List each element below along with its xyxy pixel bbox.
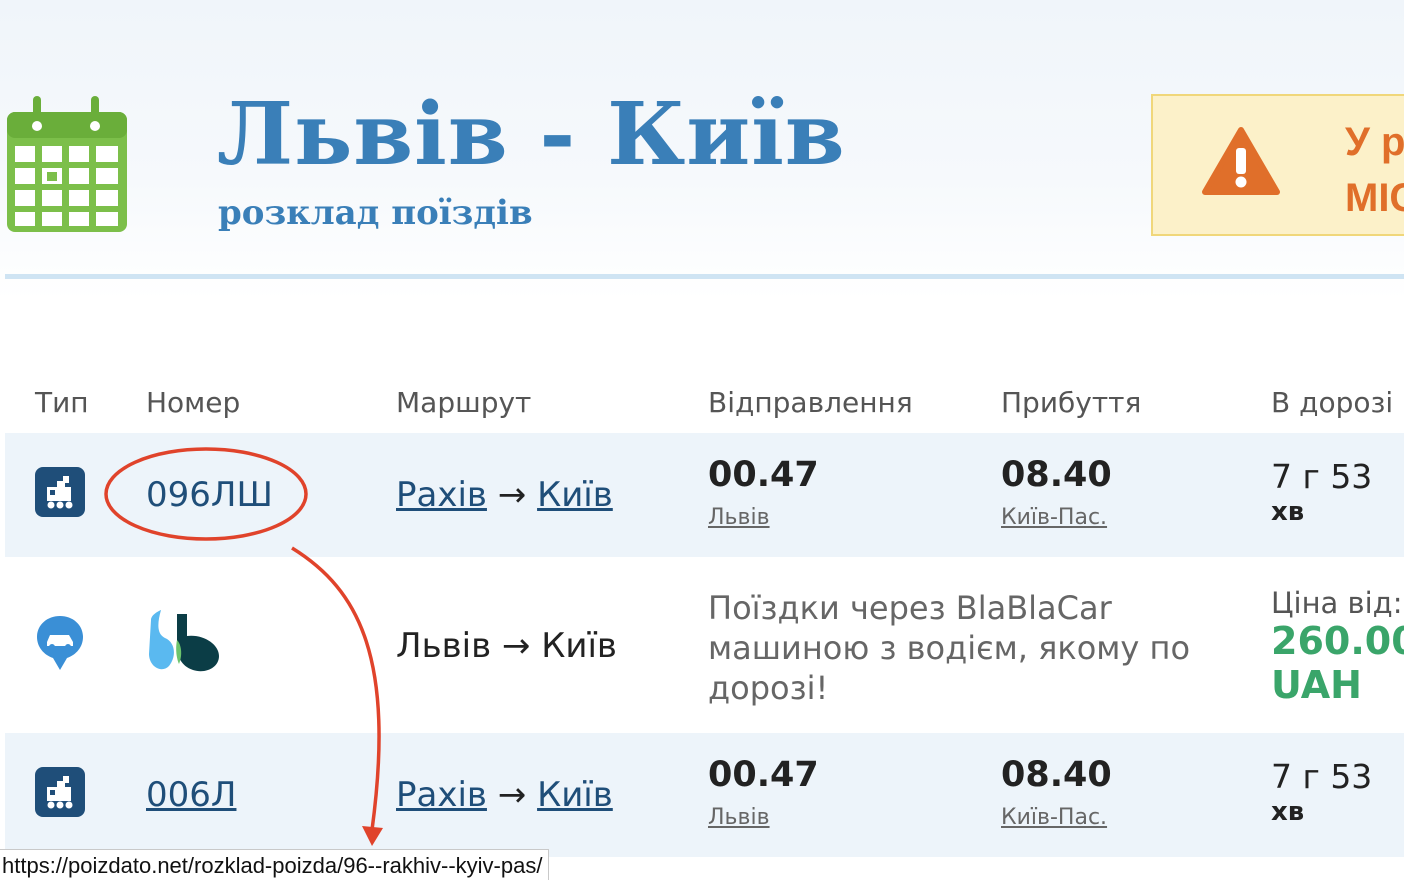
table-row[interactable]: Львів → Київ Поїздки через BlaBlaCar маш… <box>5 558 1404 732</box>
rideshare-chat-icon <box>37 616 83 670</box>
route-to-link[interactable]: Київ <box>537 475 613 515</box>
calendar-icon <box>7 96 127 232</box>
route-link[interactable]: Рахів → Київ <box>396 775 613 815</box>
train-number-link[interactable]: 096ЛШ <box>146 475 273 515</box>
route-from-link[interactable]: Рахів <box>396 775 487 815</box>
column-header-route: Маршрут <box>396 386 532 419</box>
price-value: 260.00 <box>1271 619 1404 663</box>
train-icon <box>35 467 85 517</box>
column-header-number: Номер <box>146 386 241 419</box>
alert-text: У ре МІС <box>1345 120 1404 220</box>
alert-banner[interactable]: У ре МІС <box>1151 94 1404 236</box>
arrival-station-link[interactable]: Київ-Пас. <box>1001 805 1107 830</box>
blablacar-description[interactable]: Поїздки через BlaBlaCar машиною з водієм… <box>708 588 1228 708</box>
train-icon <box>35 767 85 817</box>
route-to-link[interactable]: Київ <box>537 775 613 815</box>
route-from-link[interactable]: Рахів <box>396 475 487 515</box>
departure-time: 00.47 <box>708 455 819 495</box>
price-label: Ціна від: <box>1271 586 1403 620</box>
duration-value: 7 г 53 <box>1271 757 1373 796</box>
train-number-link[interactable]: 006Л <box>146 775 236 815</box>
price-currency: UAH <box>1271 663 1362 707</box>
route-text: Львів → Київ <box>396 626 617 666</box>
header-divider <box>5 274 1404 279</box>
column-header-arrival: Прибуття <box>1001 386 1142 419</box>
duration-unit: хв <box>1271 497 1305 527</box>
table-row[interactable]: 006Л Рахів → Київ 00.47 Львів 08.40 Київ… <box>5 733 1404 857</box>
warning-icon <box>1202 127 1280 195</box>
arrow-icon: → <box>486 475 538 515</box>
departure-station-link[interactable]: Львів <box>708 805 770 830</box>
departure-time: 00.47 <box>708 755 819 795</box>
column-header-duration: В дорозі <box>1271 386 1394 419</box>
column-header-type: Тип <box>35 386 89 419</box>
arrival-station-link[interactable]: Київ-Пас. <box>1001 505 1107 530</box>
table-row[interactable]: 096ЛШ Рахів → Київ 00.47 Львів 08.40 Киї… <box>5 433 1404 557</box>
arrow-icon: → <box>486 775 538 815</box>
column-header-departure: Відправлення <box>708 386 913 419</box>
page-subtitle: розклад поїздів <box>218 193 533 233</box>
arrival-time: 08.40 <box>1001 455 1112 495</box>
blablacar-logo <box>149 610 219 672</box>
departure-station-link[interactable]: Львів <box>708 505 770 530</box>
status-bar-url: https://poizdato.net/rozklad-poizda/96--… <box>0 849 550 880</box>
arrival-time: 08.40 <box>1001 755 1112 795</box>
route-link[interactable]: Рахів → Київ <box>396 475 613 515</box>
duration-value: 7 г 53 <box>1271 457 1373 496</box>
page-title: Львів - Київ <box>217 84 846 185</box>
duration-unit: хв <box>1271 797 1305 827</box>
